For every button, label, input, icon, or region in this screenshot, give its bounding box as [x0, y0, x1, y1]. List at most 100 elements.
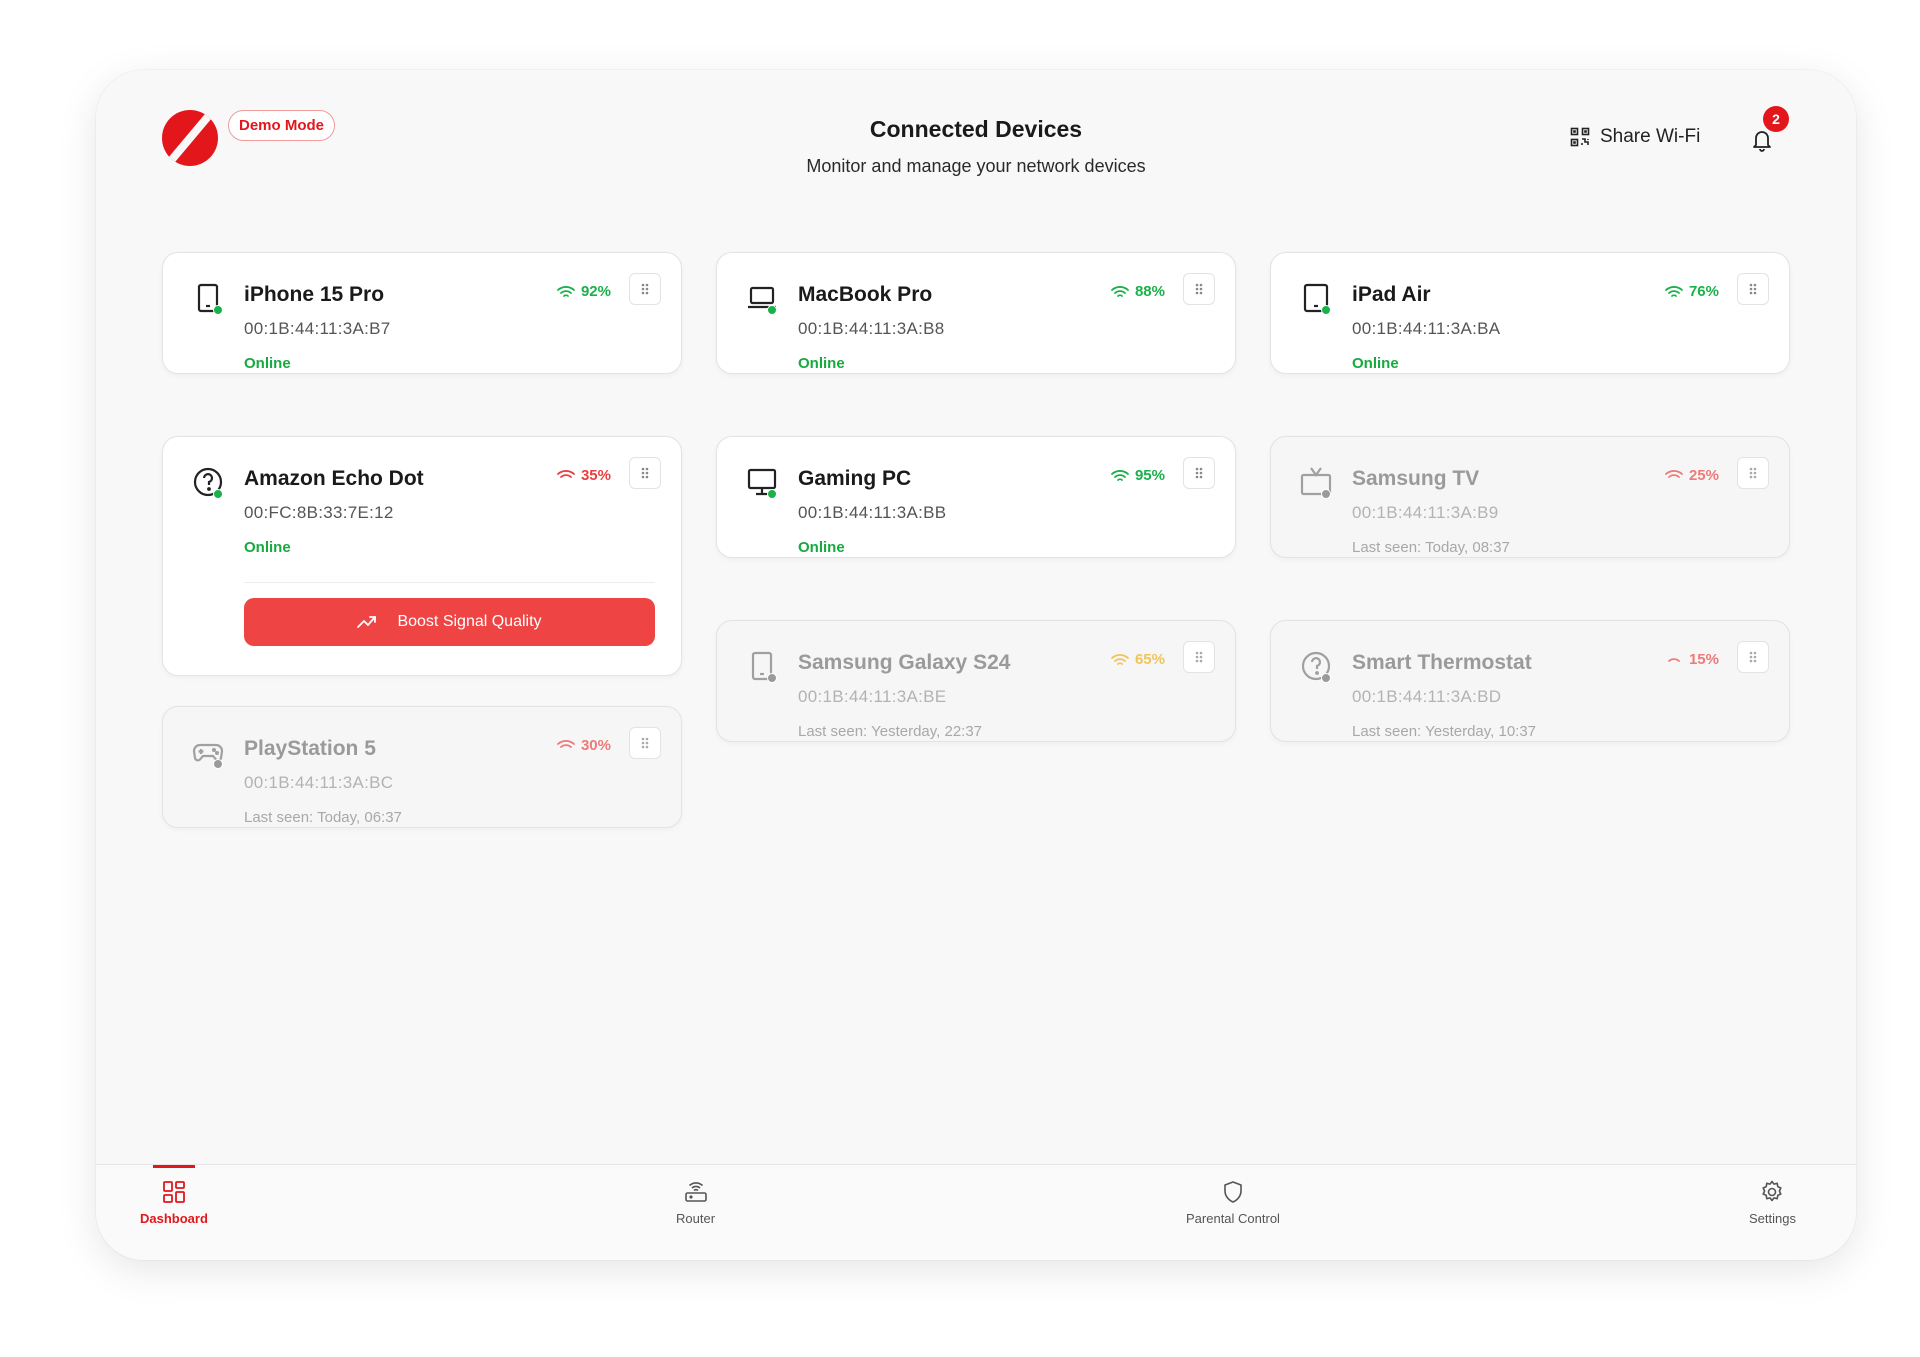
- device-mac-address: 00:1B:44:11:3A:BC: [244, 773, 394, 792]
- drag-handle[interactable]: [1183, 273, 1215, 305]
- device-mac-address: 00:1B:44:11:3A:B7: [244, 319, 391, 338]
- app-window: Demo Mode Connected Devices Monitor and …: [96, 70, 1856, 1260]
- drag-handle[interactable]: [1737, 457, 1769, 489]
- signal-percent: 25%: [1688, 467, 1719, 484]
- device-name: iPad Air: [1352, 283, 1431, 306]
- device-name: MacBook Pro: [798, 283, 933, 306]
- grip-icon: [1195, 283, 1203, 295]
- nav-item-router[interactable]: Router: [676, 1179, 715, 1226]
- device-mac-address: 00:1B:44:11:3A:B9: [1352, 503, 1499, 522]
- boost-signal-label: Boost Signal Quality: [397, 613, 542, 630]
- wifi-weak-icon: [1665, 469, 1683, 478]
- signal-percent: 76%: [1688, 283, 1719, 300]
- device-card[interactable]: MacBook Pro 00:1B:44:11:3A:B8 Online 88%: [716, 252, 1236, 374]
- signal-percent: 92%: [580, 283, 611, 300]
- device-card[interactable]: iPad Air 00:1B:44:11:3A:BA Online 76%: [1270, 252, 1790, 374]
- drag-handle[interactable]: [629, 273, 661, 305]
- nav-label: Settings: [1749, 1211, 1796, 1226]
- wifi-icon: [1111, 285, 1129, 297]
- nav-label: Dashboard: [140, 1211, 208, 1226]
- nav-label: Router: [676, 1211, 716, 1226]
- device-mac-address: 00:1B:44:11:3A:BE: [798, 687, 947, 706]
- drag-handle[interactable]: [1737, 273, 1769, 305]
- page-subtitle: Monitor and manage your network devices: [806, 156, 1146, 176]
- online-status-dot: [213, 305, 223, 315]
- device-last-seen: Last seen: Today, 06:37: [244, 809, 402, 826]
- bottom-navigation: Dashboard Router Parental Control Settin…: [96, 1164, 1856, 1260]
- wifi-weak-icon: [557, 469, 575, 478]
- device-name: Samsung Galaxy S24: [798, 651, 1011, 674]
- signal-strength: 35%: [557, 467, 611, 484]
- device-mac-address: 00:1B:44:11:3A:BB: [798, 503, 947, 522]
- nav-item-dashboard[interactable]: Dashboard: [140, 1165, 208, 1226]
- signal-strength: 76%: [1665, 283, 1719, 300]
- drag-handle[interactable]: [1183, 457, 1215, 489]
- offline-status-dot: [1321, 489, 1331, 499]
- signal-percent: 35%: [580, 467, 611, 484]
- wifi-icon: [1665, 285, 1683, 297]
- notification-count-badge: 2: [1763, 106, 1789, 132]
- grip-icon: [641, 467, 649, 479]
- device-card[interactable]: Smart Thermostat 00:1B:44:11:3A:BD Last …: [1270, 620, 1790, 742]
- device-mac-address: 00:1B:44:11:3A:BA: [1352, 319, 1501, 338]
- trending-up-icon: [357, 616, 377, 628]
- device-mac-address: 00:1B:44:11:3A:BD: [1352, 687, 1502, 706]
- device-card[interactable]: iPhone 15 Pro 00:1B:44:11:3A:B7 Online 9…: [162, 252, 682, 374]
- signal-strength: 88%: [1111, 283, 1165, 300]
- online-status-dot: [767, 489, 777, 499]
- wifi-weak-icon: [1668, 657, 1680, 662]
- active-tab-indicator: [152, 1165, 195, 1168]
- drag-handle[interactable]: [629, 457, 661, 489]
- device-status: Online: [798, 539, 845, 556]
- online-status-dot: [767, 305, 777, 315]
- share-wifi-button[interactable]: Share Wi-Fi: [1570, 126, 1700, 148]
- online-status-dot: [1321, 305, 1331, 315]
- device-name: Gaming PC: [798, 467, 912, 490]
- signal-strength: 30%: [557, 737, 611, 754]
- device-status: Online: [798, 355, 845, 372]
- signal-percent: 95%: [1134, 467, 1165, 484]
- nav-label: Parental Control: [1186, 1211, 1280, 1226]
- signal-strength: 92%: [557, 283, 611, 300]
- offline-status-dot: [1321, 673, 1331, 683]
- device-card[interactable]: Samsung TV 00:1B:44:11:3A:B9 Last seen: …: [1270, 436, 1790, 558]
- drag-handle[interactable]: [629, 727, 661, 759]
- device-status: Online: [244, 355, 291, 372]
- device-card[interactable]: Samsung Galaxy S24 00:1B:44:11:3A:BE Las…: [716, 620, 1236, 742]
- nav-item-parental-control[interactable]: Parental Control: [1186, 1179, 1280, 1226]
- drag-handle[interactable]: [1183, 641, 1215, 673]
- card-divider: [244, 582, 655, 583]
- dashboard-icon: [163, 1181, 185, 1203]
- wifi-weak-icon: [557, 739, 575, 748]
- wifi-medium-icon: [1111, 653, 1129, 665]
- device-card[interactable]: Gaming PC 00:1B:44:11:3A:BB Online 95%: [716, 436, 1236, 558]
- device-status: Online: [1352, 355, 1399, 372]
- drag-handle[interactable]: [1737, 641, 1769, 673]
- shield-icon: [1224, 1181, 1242, 1203]
- qr-code-icon: [1570, 127, 1590, 147]
- signal-percent: 88%: [1134, 283, 1165, 300]
- device-name: Smart Thermostat: [1352, 651, 1532, 674]
- signal-percent: 30%: [580, 737, 611, 754]
- grip-icon: [1195, 467, 1203, 479]
- device-status: Online: [244, 539, 291, 556]
- signal-percent: 15%: [1688, 651, 1719, 668]
- device-name: Samsung TV: [1352, 467, 1480, 490]
- device-name: PlayStation 5: [244, 737, 376, 760]
- wifi-icon: [557, 285, 575, 297]
- signal-strength: 95%: [1111, 467, 1165, 484]
- signal-strength: 15%: [1665, 651, 1719, 668]
- nav-item-settings[interactable]: Settings: [1749, 1179, 1796, 1226]
- device-mac-address: 00:1B:44:11:3A:B8: [798, 319, 945, 338]
- boost-signal-button[interactable]: Boost Signal Quality: [244, 598, 655, 646]
- device-card[interactable]: PlayStation 5 00:1B:44:11:3A:BC Last see…: [162, 706, 682, 828]
- router-icon: [684, 1182, 707, 1202]
- offline-status-dot: [213, 759, 223, 769]
- signal-strength: 65%: [1111, 651, 1165, 668]
- signal-strength: 25%: [1665, 467, 1719, 484]
- grip-icon: [1195, 651, 1203, 663]
- grip-icon: [641, 737, 649, 749]
- device-card[interactable]: Amazon Echo Dot 00:FC:8B:33:7E:12 Online…: [162, 436, 682, 676]
- online-status-dot: [213, 489, 223, 499]
- device-last-seen: Last seen: Today, 08:37: [1352, 539, 1510, 556]
